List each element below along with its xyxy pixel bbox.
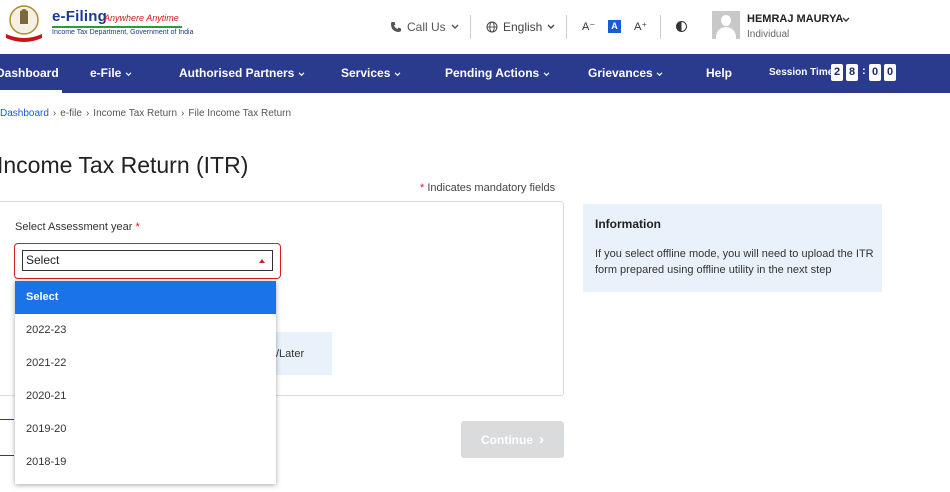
font-decrease-button[interactable]: A⁻ [582,20,595,33]
required-star: * [135,221,140,233]
nav-item-dashboard[interactable]: Dashboard [0,66,59,80]
breadcrumb-file-itr: File Income Tax Return [188,108,292,119]
language-selector[interactable]: English [486,20,555,34]
breadcrumb-separator: › [181,108,185,119]
session-digit: 0 [869,64,881,81]
dropdown-option[interactable]: 2018-19 [15,446,276,479]
divider-line [0,455,14,456]
session-time-label: Session Time [769,67,834,78]
mandatory-note: * Indicates mandatory fields [420,182,555,194]
caret-up-icon [259,259,265,263]
assessment-year-label: Select Assessment year * [15,221,140,233]
main-nav: Dashboard e-File Authorised Partners Ser… [0,54,950,93]
breadcrumb: Dashboard › e-file › Income Tax Return › Fi… [0,108,291,119]
breadcrumb-income-tax-return[interactable]: Income Tax Return [93,108,177,119]
page-title: Income Tax Return (ITR) [0,152,249,178]
header-divider [470,15,471,39]
session-digit: 8 [846,64,858,81]
emblem-logo-icon [6,5,42,42]
breadcrumb-separator: › [85,108,90,119]
nav-active-indicator [0,90,62,93]
nav-item-authorised-partners[interactable]: Authorised Partners [179,66,305,80]
phone-icon [391,22,401,32]
header-divider [566,15,567,39]
chevron-down-icon [298,72,305,77]
font-normal-button[interactable]: A [608,20,621,33]
dropdown-option[interactable]: 2022-23 [15,314,276,347]
chevron-down-icon [656,72,663,77]
logo-tagline: Anywhere Anytime [104,13,179,23]
dropdown-option[interactable]: 2019-20 [15,413,276,446]
assessment-year-dropdown: Select 2022-23 2021-22 2020-21 2019-20 2… [15,281,276,484]
avatar[interactable] [712,11,740,39]
breadcrumb-separator: › [52,108,57,119]
top-header: e-Filing Anywhere Anytime Income Tax Dep… [0,0,950,54]
call-us-label: Call Us [407,20,446,34]
logo-title: e-Filing [52,8,107,25]
continue-button[interactable]: Continue › [461,421,564,458]
dropdown-option[interactable]: 2021-22 [15,347,276,380]
avatar-body [716,27,736,39]
session-colon: : [862,65,866,77]
chevron-right-icon: › [539,431,544,448]
globe-icon [486,21,498,33]
dropdown-option[interactable]: Select [15,281,276,314]
nav-item-help[interactable]: Help [706,66,732,80]
avatar-head [721,15,731,26]
user-name[interactable]: HEMRAJ MAURYA [747,13,843,25]
chevron-down-icon [543,72,549,77]
font-increase-button[interactable]: A⁺ [634,20,647,33]
user-role: Individual [747,29,790,40]
breadcrumb-efile[interactable]: e-file [60,108,82,119]
session-digit: 2 [831,64,843,81]
contrast-icon[interactable] [676,21,687,32]
language-label: English [503,20,543,34]
nav-item-pending-actions[interactable]: Pending Actions [445,66,550,80]
nav-item-services[interactable]: Services [341,66,401,80]
chevron-down-icon [547,24,555,29]
assessment-year-label-text: Select Assessment year [15,221,133,233]
required-star: * [420,182,425,194]
logo-subtitle: Income Tax Department, Government of Ind… [52,29,194,36]
chevron-down-icon [394,72,401,77]
assessment-year-select[interactable]: Select [22,250,273,271]
session-digit: 0 [884,64,896,81]
mandatory-text: Indicates mandatory fields [427,182,556,194]
information-text: If you select offline mode, you will nee… [595,248,874,276]
information-title: Information [595,217,661,231]
chevron-down-icon [125,72,132,77]
nav-item-grievances[interactable]: Grievances [588,66,663,80]
logo-underline [52,26,182,28]
divider-line [0,419,14,420]
nav-item-efile[interactable]: e-File [90,66,132,80]
dropdown-option[interactable]: 2020-21 [15,380,276,413]
header-divider [660,15,661,39]
continue-label: Continue [481,432,533,447]
chevron-down-icon [451,24,459,29]
call-us-menu[interactable]: Call Us [390,20,459,34]
filing-mode-option-label: /Later [276,348,305,360]
chevron-down-icon[interactable] [842,17,850,23]
breadcrumb-dashboard[interactable]: Dashboard [0,108,49,119]
